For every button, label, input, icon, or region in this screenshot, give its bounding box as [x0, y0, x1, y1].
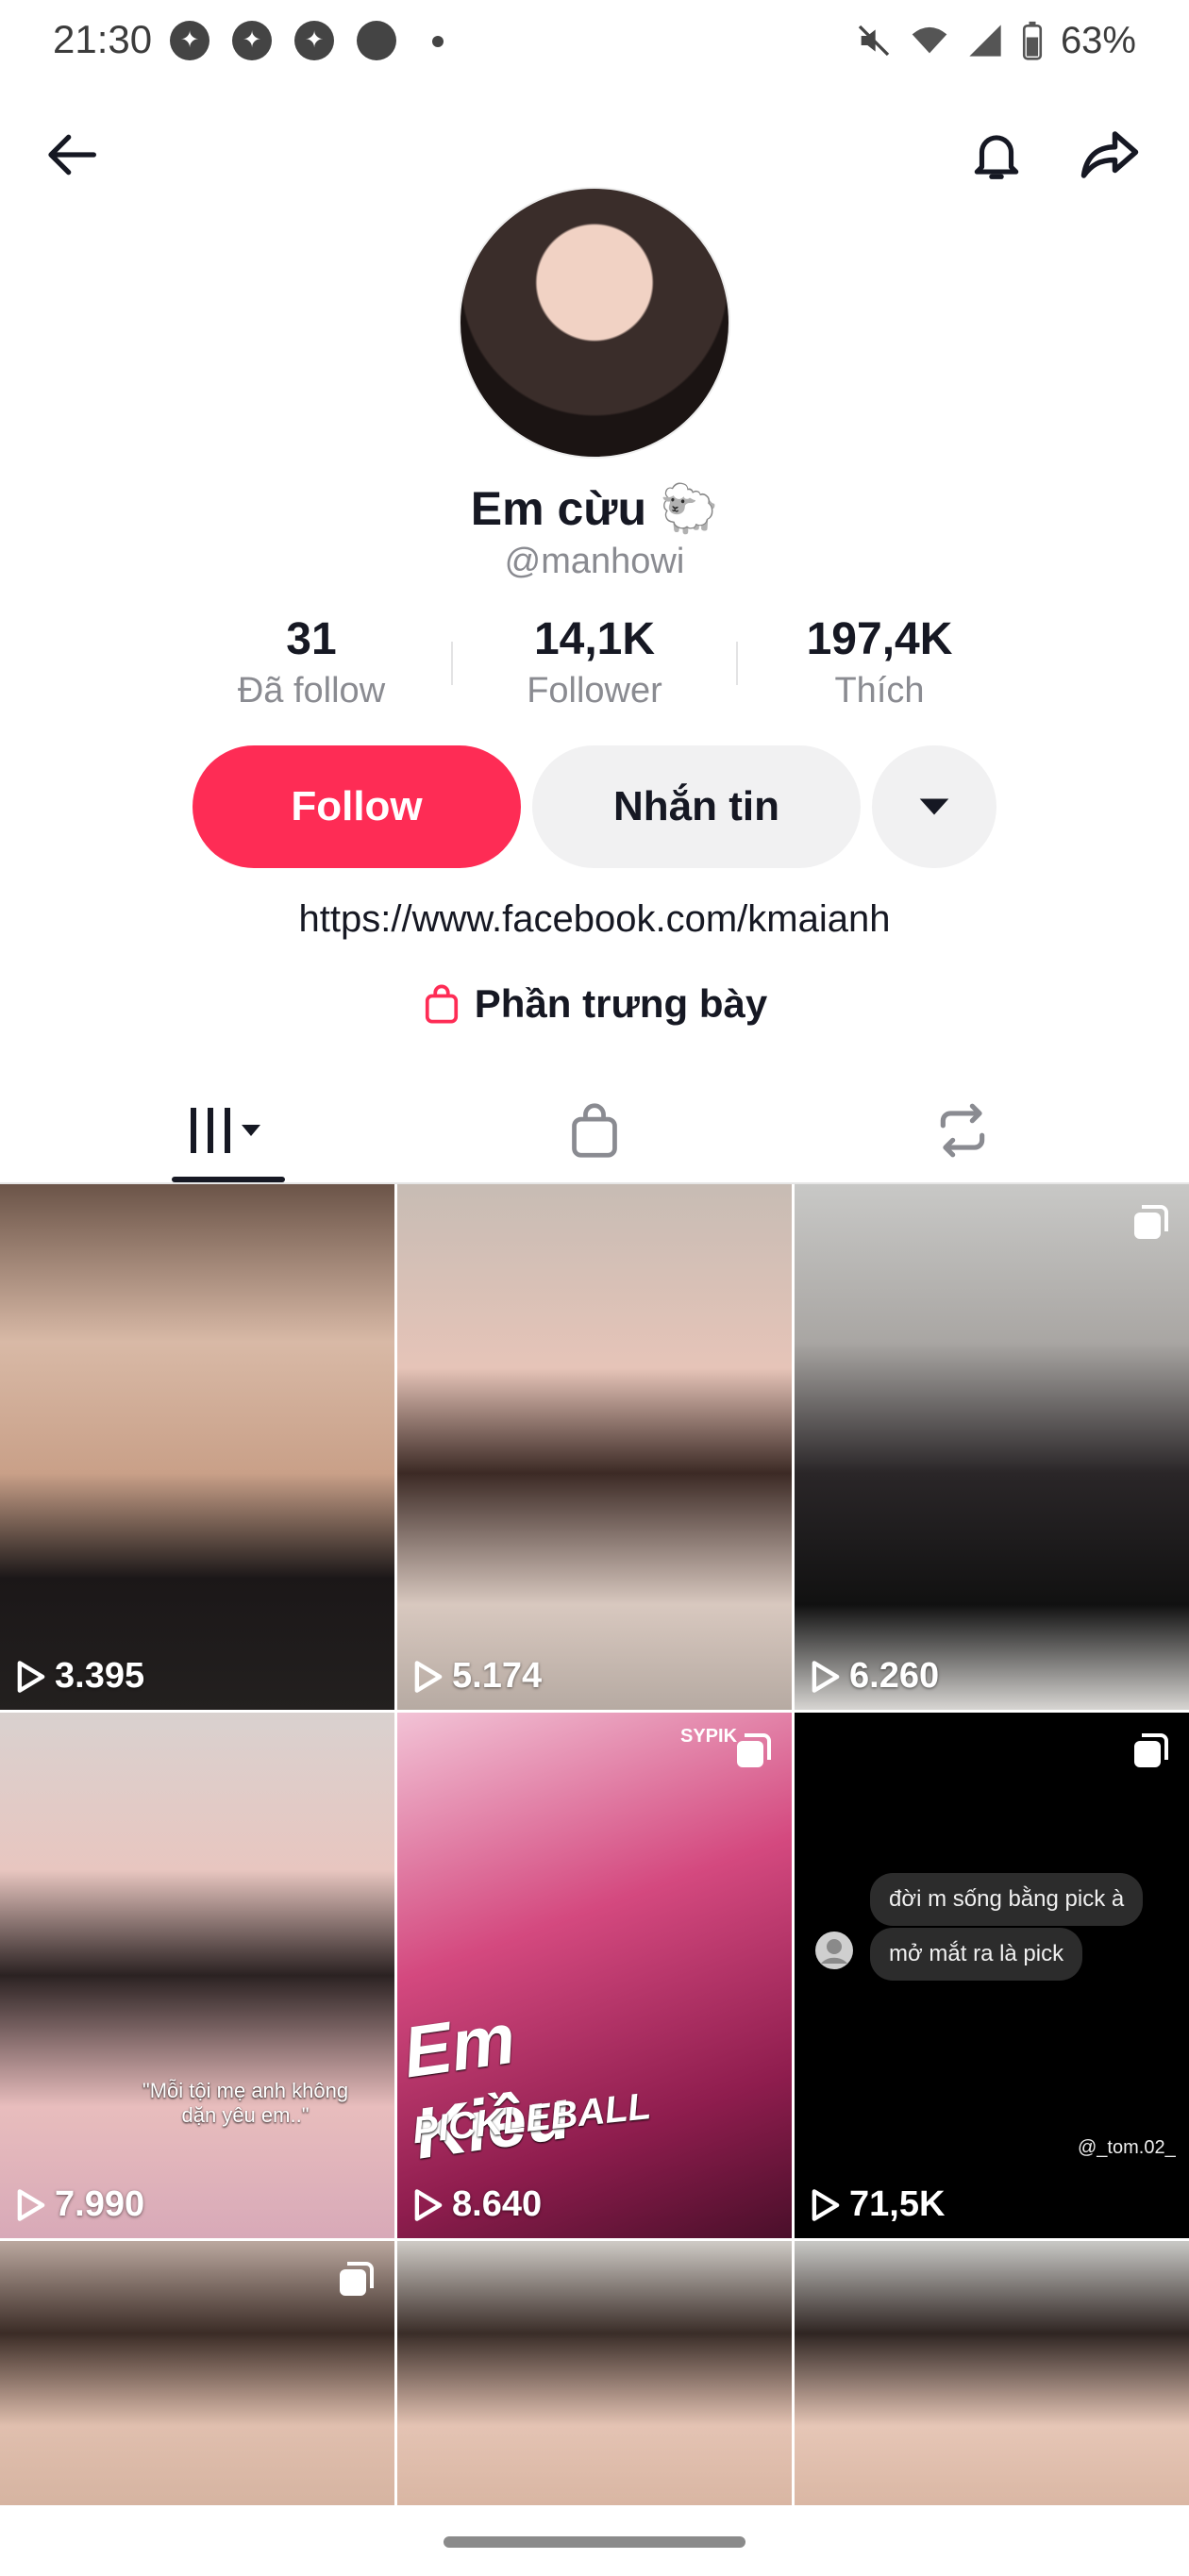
status-right: 63%: [855, 17, 1136, 64]
video-caption: "Mỗi tội mẹ anh không dặn yêu em..": [142, 2079, 349, 2127]
wifi-icon: [912, 26, 947, 54]
stat-label: Đã follow: [237, 671, 386, 711]
showcase-label: Phần trưng bày: [474, 981, 768, 1026]
back-button[interactable]: [34, 115, 113, 194]
stat-divider: [736, 642, 738, 685]
video-thumbnail[interactable]: "Mỗi tội mẹ anh không dặn yêu em.." 7.99…: [0, 1713, 394, 2238]
tiktok-watermark: @_tom.02_: [1078, 2137, 1176, 2158]
video-thumbnail[interactable]: 3.395: [0, 1184, 394, 1710]
profile-screen: 21:30 ✦ ✦ ✦ 63% Em cừu 🐑 @manhowi 31 Đã …: [0, 0, 1189, 2576]
home-indicator[interactable]: [444, 2536, 745, 2548]
view-count-value: 6.260: [849, 1656, 940, 1696]
multi-photo-icon: [340, 2262, 374, 2296]
follow-button[interactable]: Follow: [193, 745, 521, 868]
play-icon: [812, 1660, 840, 1693]
messenger-icon: ✦: [232, 21, 272, 60]
avatar-placeholder-icon: [815, 1932, 853, 1969]
stat-value: 31: [286, 614, 337, 664]
shopping-bag-icon: [572, 1102, 617, 1158]
view-count-value: 5.174: [452, 1656, 543, 1696]
status-bar: 21:30 ✦ ✦ ✦ 63%: [0, 0, 1189, 85]
chat-bubble: mở mắt ra là pick: [870, 1928, 1083, 1981]
view-count: 6.260: [812, 1656, 939, 1697]
chat-bubble: đời m sống bằng pick à: [870, 1873, 1144, 1926]
mute-icon: [858, 25, 890, 57]
shopping-bag-icon: [425, 984, 458, 1024]
video-thumbnail[interactable]: [397, 2241, 792, 2505]
multi-photo-icon: [1134, 1733, 1168, 1767]
view-count-value: 8.640: [452, 2184, 543, 2224]
stat-label: Follower: [527, 671, 662, 711]
messenger-icon: ✦: [170, 21, 209, 60]
suggested-accounts-button[interactable]: [872, 745, 996, 868]
bell-icon: [974, 135, 1019, 179]
status-time: 21:30: [53, 17, 153, 61]
video-thumbnail[interactable]: [795, 2241, 1189, 2505]
multi-photo-icon: [1134, 1205, 1168, 1239]
multi-photo-icon: [737, 1733, 771, 1767]
caret-down-icon: [919, 798, 949, 815]
stat-likes[interactable]: 197,4K Thích: [747, 613, 1012, 711]
showcase-link[interactable]: Phần trưng bày: [0, 981, 1189, 1027]
messenger-icon: ✦: [294, 21, 334, 60]
view-count: 8.640: [414, 2184, 542, 2225]
arrow-left-icon: [48, 134, 96, 176]
view-count: 3.395: [17, 1656, 144, 1697]
repost-icon: [940, 1103, 985, 1157]
video-thumbnail[interactable]: 5.174: [397, 1184, 792, 1710]
play-icon: [414, 2188, 443, 2221]
app-icon: [357, 21, 396, 60]
view-count-value: 3.395: [55, 1656, 145, 1696]
content-tabs: [0, 1076, 1189, 1184]
notification-button[interactable]: [957, 115, 1036, 194]
grid-videos-icon: [191, 1107, 260, 1153]
share-icon: [1080, 131, 1139, 178]
play-icon: [17, 1660, 45, 1693]
view-count-value: 71,5K: [849, 2184, 946, 2224]
message-button[interactable]: Nhắn tin: [532, 745, 861, 868]
battery-icon: [1022, 21, 1042, 60]
play-icon: [17, 2188, 45, 2221]
video-thumbnail[interactable]: đời m sống bằng pick à mở mắt ra là pick…: [795, 1713, 1189, 2238]
dot-icon: [432, 36, 444, 47]
display-name: Em cừu 🐑: [470, 482, 719, 535]
play-icon: [414, 1660, 443, 1693]
video-thumbnail[interactable]: 6.260: [795, 1184, 1189, 1710]
profile-stats: 31 Đã follow 14,1K Follower 197,4K Thích: [0, 613, 1189, 717]
video-grid: 3.395 5.174 6.260 "Mỗi tội mẹ anh không …: [0, 1184, 1189, 2505]
active-tab-indicator: [172, 1177, 285, 1182]
view-count: 7.990: [17, 2184, 144, 2225]
profile-actions: Follow Nhắn tin: [0, 745, 1189, 868]
video-thumbnail[interactable]: SYPIK Em Kiều PICKLEBALL 8.640: [397, 1713, 792, 2238]
stat-following[interactable]: 31 Đã follow: [179, 613, 444, 711]
view-count: 5.174: [414, 1656, 542, 1697]
tab-shop[interactable]: [396, 1076, 793, 1184]
stat-label: Thích: [834, 671, 925, 711]
stat-value: 14,1K: [533, 614, 656, 664]
brand-label: SYPIK: [680, 1726, 738, 1747]
username: @manhowi: [504, 542, 685, 581]
view-count-value: 7.990: [55, 2184, 145, 2224]
tab-videos[interactable]: [28, 1076, 425, 1184]
signal-icon: [969, 25, 1001, 57]
play-icon: [812, 2188, 840, 2221]
avatar[interactable]: [459, 187, 730, 459]
stat-divider: [451, 642, 453, 685]
share-button[interactable]: [1070, 115, 1149, 194]
stat-value: 197,4K: [806, 614, 953, 664]
video-thumbnail[interactable]: [0, 2241, 394, 2505]
tab-reposts[interactable]: [764, 1076, 1161, 1184]
view-count: 71,5K: [812, 2184, 945, 2225]
battery-percent: 63%: [1060, 19, 1136, 61]
bio-link[interactable]: https://www.facebook.com/kmaianh: [0, 898, 1189, 941]
stat-followers[interactable]: 14,1K Follower: [462, 613, 727, 711]
